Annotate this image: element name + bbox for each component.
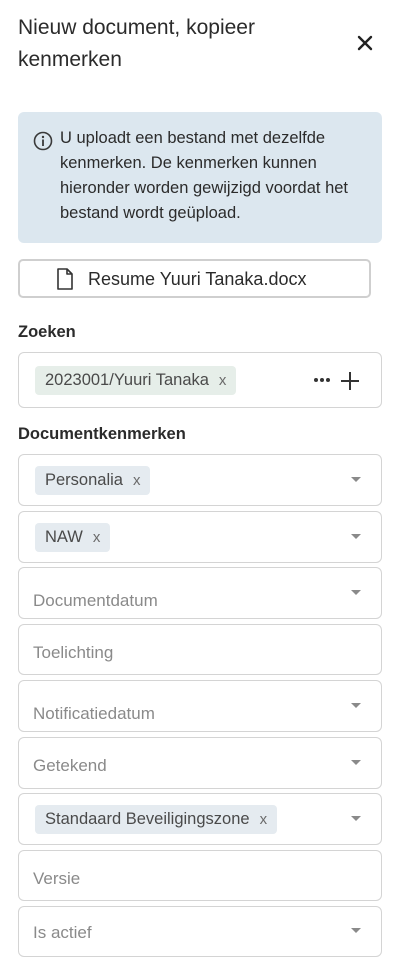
active-placeholder: Is actief xyxy=(33,923,92,942)
search-chip: 2023001/Yuuri Tanaka x xyxy=(35,366,237,395)
signed-placeholder: Getekend xyxy=(33,756,107,775)
panel-header: Nieuw document, kopieer kenmerken xyxy=(18,12,382,82)
chevron-down-icon[interactable] xyxy=(351,816,361,821)
type-chip: NAW x xyxy=(35,523,111,552)
chevron-down-icon[interactable] xyxy=(351,534,361,539)
category-select[interactable]: Personalia x xyxy=(18,454,382,506)
info-banner: U uploadt een bestand met dezelfde kenme… xyxy=(18,112,382,243)
notification-date-placeholder: Notificatiedatum xyxy=(33,704,155,723)
chevron-down-icon[interactable] xyxy=(351,928,361,933)
document-date-placeholder: Documentdatum xyxy=(33,591,158,610)
chevron-down-icon[interactable] xyxy=(351,477,361,482)
category-chip-remove[interactable]: x xyxy=(133,466,141,495)
search-field[interactable]: 2023001/Yuuri Tanaka x xyxy=(18,352,382,408)
active-select[interactable]: Is actief xyxy=(18,906,382,957)
zone-chip-label: Standaard Beveiligingszone xyxy=(45,810,250,828)
file-button[interactable]: Resume Yuuri Tanaka.docx xyxy=(18,259,371,298)
chevron-down-icon[interactable] xyxy=(351,760,361,765)
version-placeholder: Versie xyxy=(33,869,81,888)
plus-icon[interactable] xyxy=(341,372,359,390)
version-field[interactable]: Versie xyxy=(18,850,382,901)
document-date-field[interactable]: Documentdatum xyxy=(18,567,382,619)
zone-chip: Standaard Beveiligingszone x xyxy=(35,805,278,834)
note-field[interactable]: Toelichting xyxy=(18,624,382,675)
info-icon xyxy=(33,131,53,151)
close-icon[interactable] xyxy=(352,30,378,56)
chevron-down-icon[interactable] xyxy=(351,590,361,595)
search-chip-label: 2023001/Yuuri Tanaka xyxy=(45,371,209,389)
category-chip-label: Personalia xyxy=(45,471,123,489)
info-text: U uploadt een bestand met dezelfde kenme… xyxy=(60,129,349,222)
zone-chip-remove[interactable]: x xyxy=(260,805,268,834)
category-chip: Personalia x xyxy=(35,466,151,495)
attributes-label: Documentkenmerken xyxy=(18,425,186,443)
file-name: Resume Yuuri Tanaka.docx xyxy=(88,269,307,289)
note-placeholder: Toelichting xyxy=(33,643,114,662)
signed-select[interactable]: Getekend xyxy=(18,737,382,789)
document-icon xyxy=(56,268,74,290)
chevron-down-icon[interactable] xyxy=(351,703,361,708)
search-label: Zoeken xyxy=(18,323,76,341)
zone-select[interactable]: Standaard Beveiligingszone x xyxy=(18,793,382,845)
type-chip-remove[interactable]: x xyxy=(93,523,101,552)
panel-title: Nieuw document, kopieer kenmerken xyxy=(18,16,255,71)
ellipsis-icon[interactable] xyxy=(314,373,332,387)
type-select[interactable]: NAW x xyxy=(18,511,382,563)
search-chip-remove[interactable]: x xyxy=(219,366,227,395)
type-chip-label: NAW xyxy=(45,528,83,546)
notification-date-field[interactable]: Notificatiedatum xyxy=(18,680,382,732)
